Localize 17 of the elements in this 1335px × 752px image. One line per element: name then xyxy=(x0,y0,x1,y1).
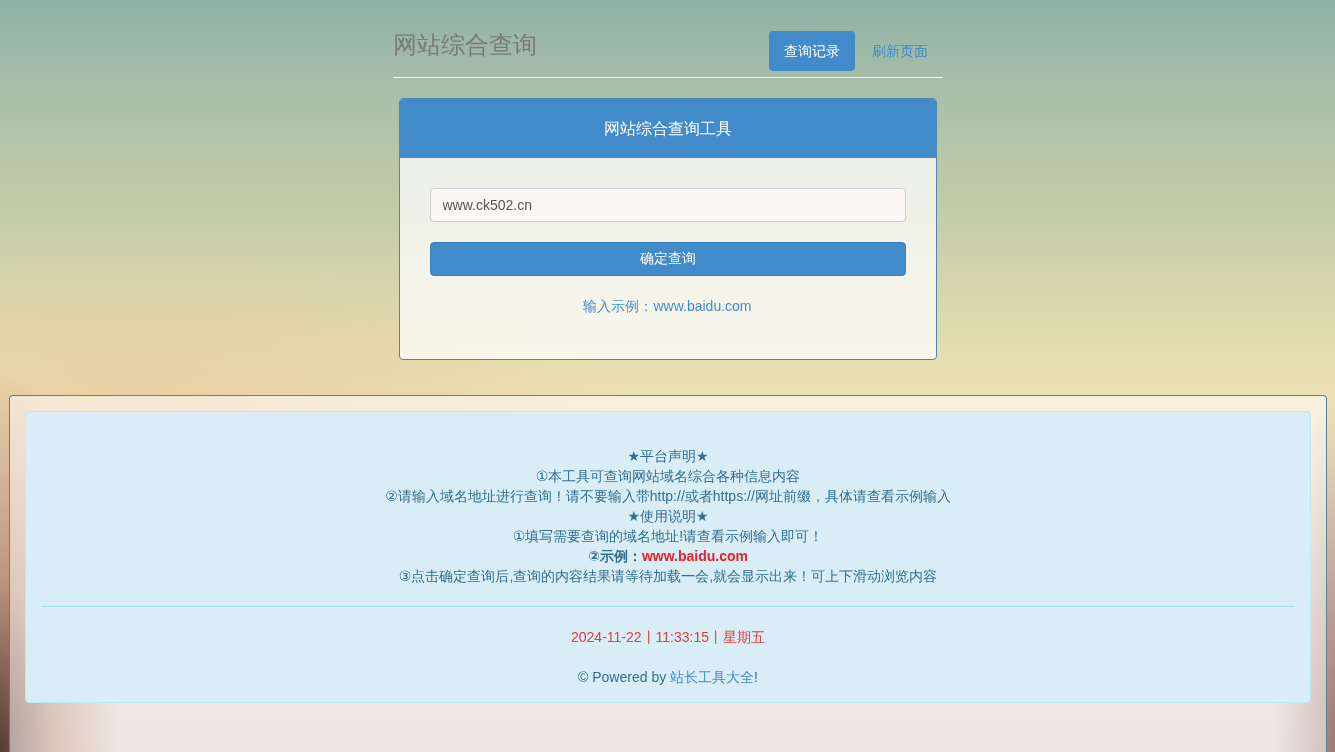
nav-tab-active[interactable]: 查询记录 xyxy=(768,31,855,71)
notice-line: ②请输入域名地址进行查询！请不要输入带http://或者https://网址前缀，具体请查看示例输入 xyxy=(384,487,952,506)
site-link[interactable]: 站长工具大全 xyxy=(670,669,755,685)
input-example-hint: 输入示例：www.baidu.com xyxy=(582,297,753,316)
example-url: www.baidu.com xyxy=(641,548,748,564)
notice-line: ★使用说明★ xyxy=(626,507,710,526)
url-input-field[interactable]: www.ck502.cn xyxy=(429,188,906,222)
site-title: 网站综合查询 xyxy=(392,31,537,59)
notice-line: ①填写需要查询的域名地址!请查看示例输入即可！ xyxy=(511,527,825,546)
example-label: ②示例： xyxy=(588,548,642,564)
notice-line: ③点击确定查询后,查询的内容结果请等待加载一会,就会显示出来！可上下滑动浏览内容 xyxy=(397,567,939,586)
date-time-text: 2024-11-22丨11:33:15丨星期五 xyxy=(570,628,766,647)
notice-line: ★平台声明★ xyxy=(626,447,710,466)
notice-line: ①本工具可查询网站域名综合各种信息内容 xyxy=(534,467,802,486)
powered-by-text: © Powered by 站长工具大全! xyxy=(577,668,759,687)
panel-heading: 网站综合查询工具 xyxy=(399,99,936,158)
query-button[interactable]: 确定查询 xyxy=(429,242,906,276)
